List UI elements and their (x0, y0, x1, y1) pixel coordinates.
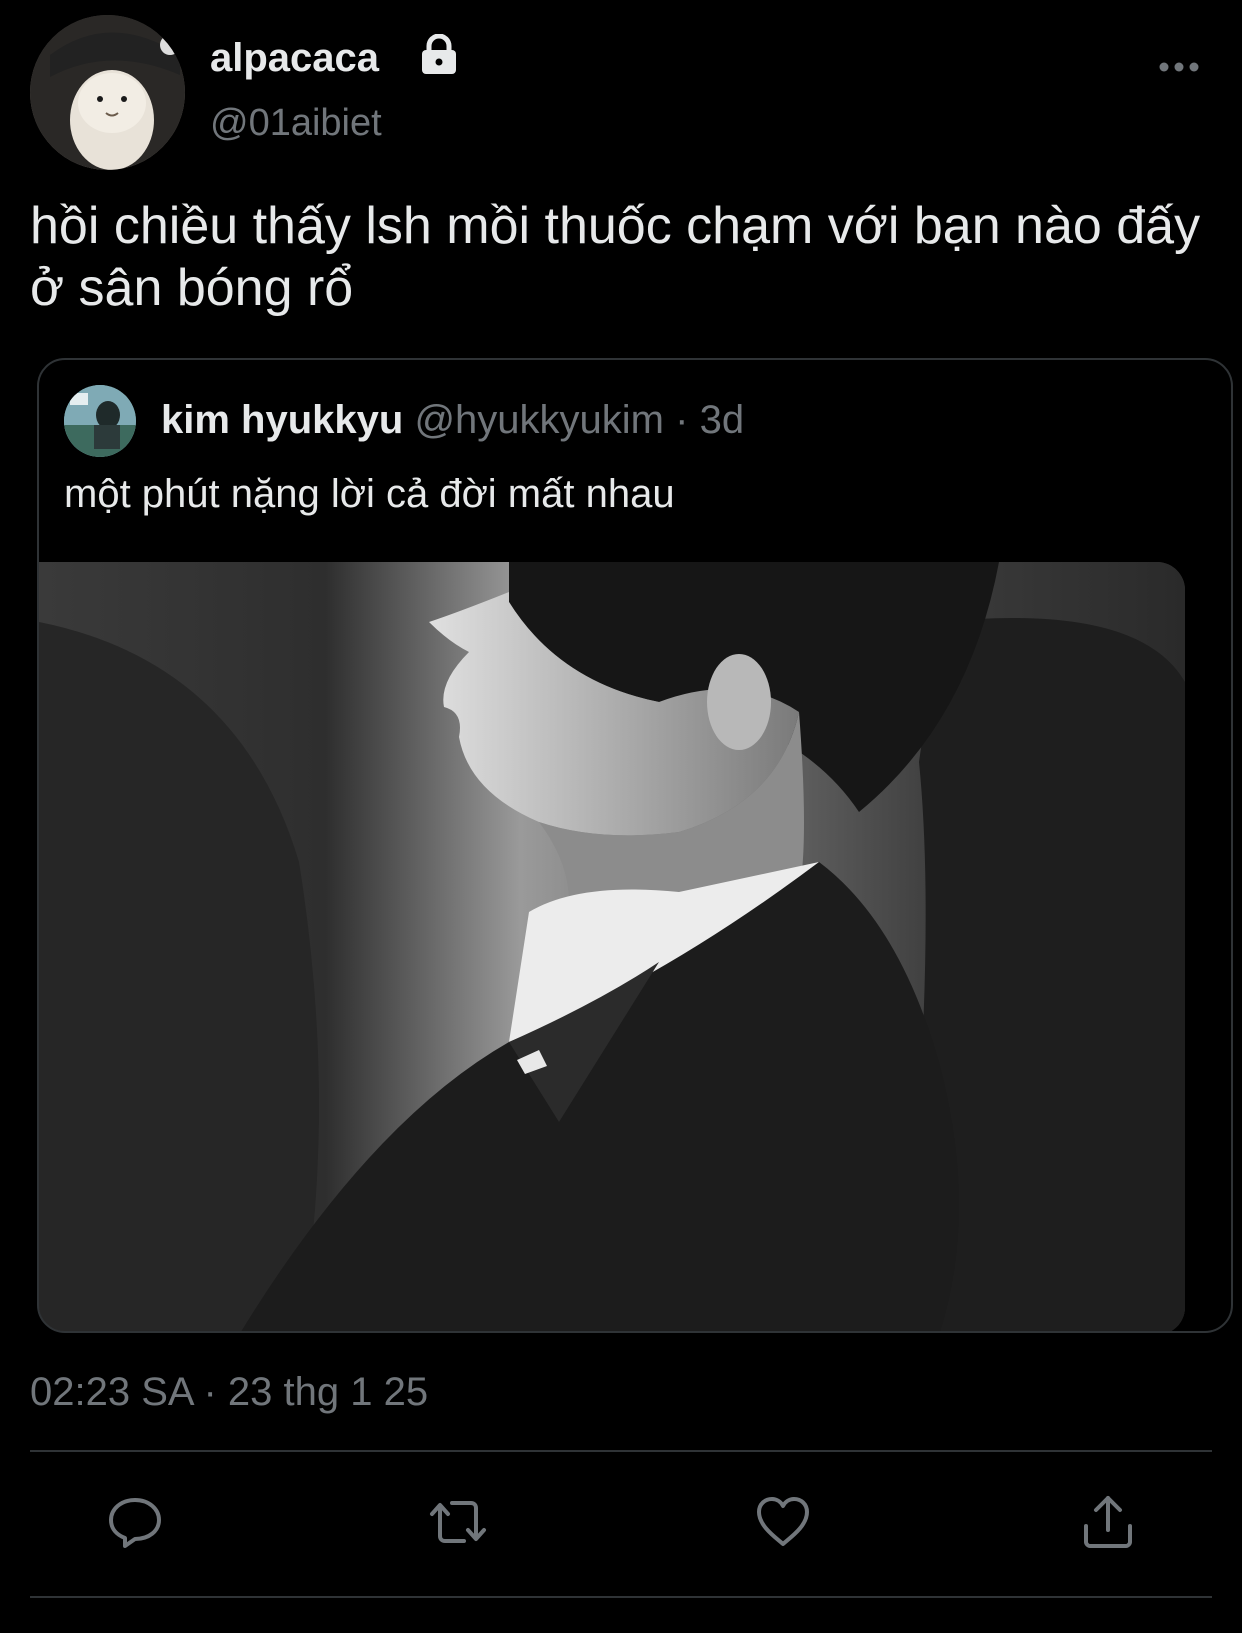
author-name[interactable]: alpacaca (210, 34, 379, 82)
quoted-author-handle[interactable]: @hyukkyukim (414, 398, 664, 442)
share-icon (1084, 1496, 1132, 1548)
quoted-tweet-photo[interactable] (39, 562, 1185, 1331)
divider (30, 1450, 1212, 1452)
quoted-tweet-header: kim hyukkyu @hyukkyukim · 3d (161, 396, 744, 444)
retweet-icon (430, 1501, 486, 1543)
quoted-tweet-age: · 3d (675, 398, 745, 442)
quoted-avatar-icon (64, 385, 136, 457)
share-button[interactable] (1078, 1492, 1138, 1552)
quoted-author-avatar[interactable] (64, 385, 136, 457)
photo-image (39, 562, 1185, 1331)
quoted-author-name[interactable]: kim hyukkyu (161, 398, 403, 442)
author-avatar[interactable] (30, 15, 185, 170)
more-icon[interactable] (1156, 52, 1202, 82)
heart-icon (757, 1497, 809, 1546)
retweet-button[interactable] (428, 1492, 488, 1552)
reply-icon (109, 1498, 161, 1548)
quoted-tweet-text: một phút nặng lời cả đời mất nhau (64, 472, 675, 516)
divider (30, 1596, 1212, 1598)
author-handle[interactable]: @01aibiet (210, 100, 382, 146)
quoted-tweet-card[interactable]: kim hyukkyu @hyukkyukim · 3d một phút nặ… (37, 358, 1233, 1333)
like-button[interactable] (753, 1492, 813, 1552)
reply-button[interactable] (105, 1492, 165, 1552)
alpaca-plush-avatar-icon (30, 15, 185, 170)
tweet-text: hồi chiều thấy lsh mồi thuốc chạm với bạ… (30, 197, 1201, 317)
tweet-timestamp[interactable]: 02:23 SA · 23 thg 1 25 (30, 1368, 428, 1416)
lock-icon (422, 34, 456, 74)
